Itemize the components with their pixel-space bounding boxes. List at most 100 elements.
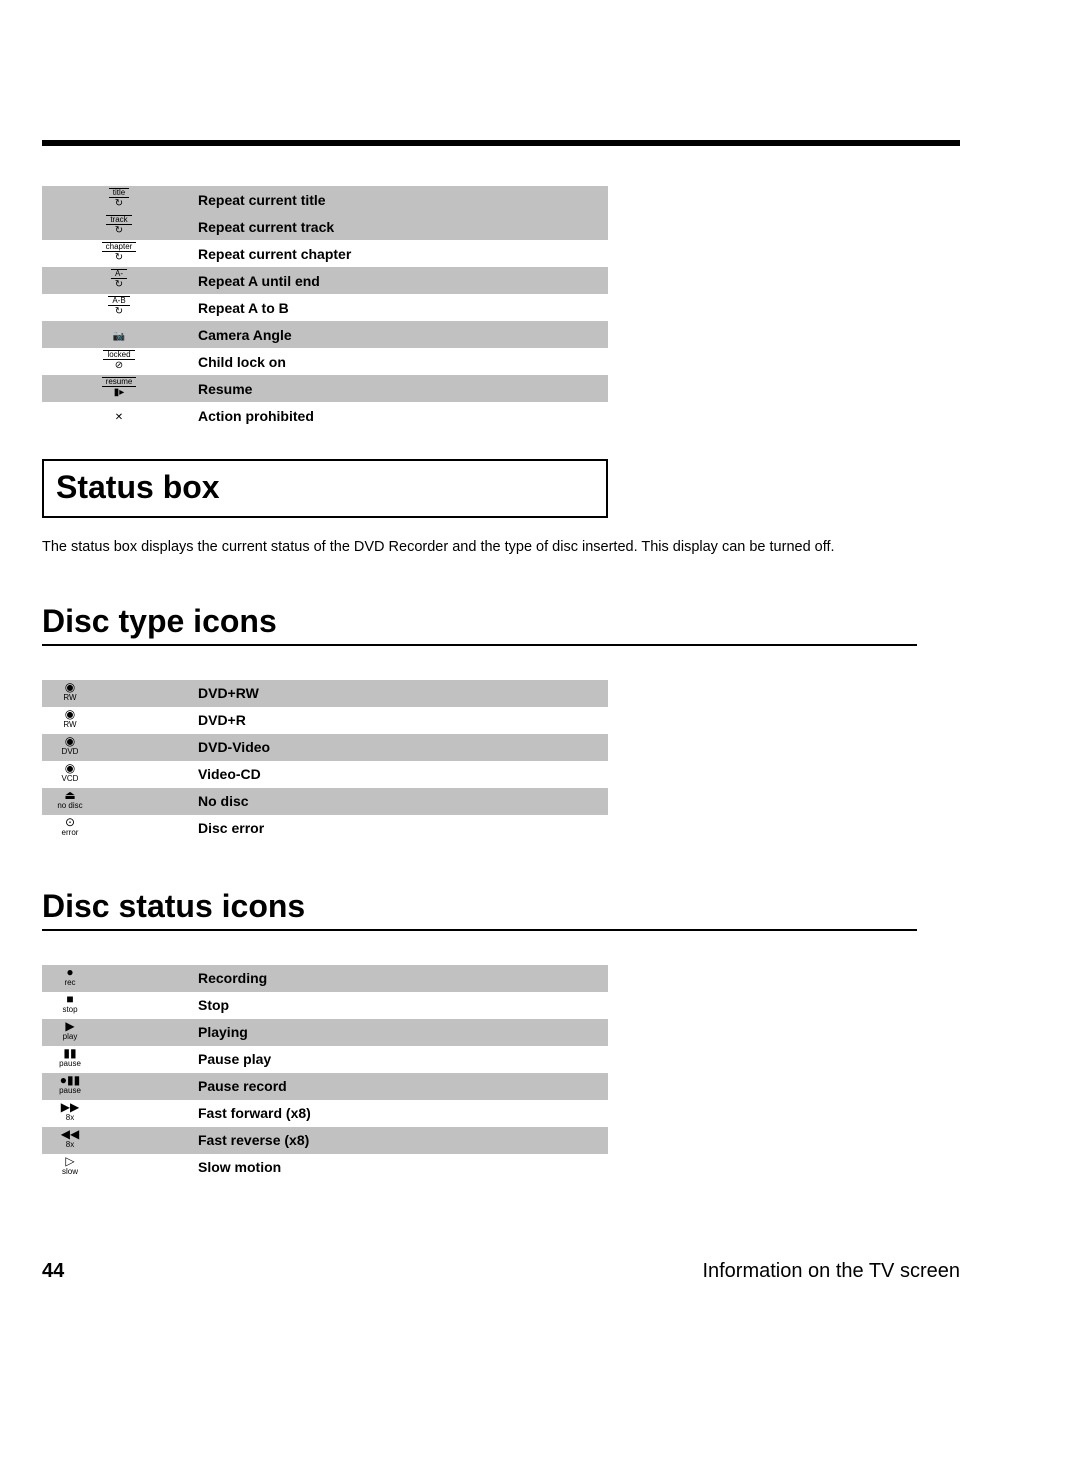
table-row: ▮▮pause Pause play bbox=[42, 1046, 608, 1073]
icon-cell: title↻ bbox=[42, 186, 196, 213]
icon-cell: track↻ bbox=[42, 213, 196, 240]
table-row: chapter↻ Repeat current chapter bbox=[42, 240, 608, 267]
status-icon: ✕ bbox=[89, 412, 149, 423]
status-icon: ⏏no disc bbox=[50, 789, 90, 810]
status-icon: track↻ bbox=[89, 215, 149, 236]
icon-cell: locked⊘ bbox=[42, 348, 196, 375]
table-row: ●▮▮pause Pause record bbox=[42, 1073, 608, 1100]
table-row: ⊙error Disc error bbox=[42, 815, 608, 842]
icon-cell: ◉VCD bbox=[42, 761, 196, 788]
icon-description: Repeat current chapter bbox=[196, 240, 608, 267]
icon-cell: ▶▶8x bbox=[42, 1100, 196, 1127]
page: title↻Repeat current titletrack↻ Repeat c… bbox=[0, 0, 1080, 1181]
table-row: ◀◀8x Fast reverse (x8) bbox=[42, 1127, 608, 1154]
status-icon: ⊙error bbox=[50, 816, 90, 837]
icon-meaning-table: title↻Repeat current titletrack↻ Repeat c… bbox=[42, 186, 608, 429]
icon-description: Pause play bbox=[196, 1046, 608, 1073]
icon-cell: ●rec bbox=[42, 965, 196, 992]
status-icon: ◉RW bbox=[50, 708, 90, 729]
status-icon: ●rec bbox=[50, 966, 90, 987]
icon-description: Recording bbox=[196, 965, 608, 992]
icon-description: DVD-Video bbox=[196, 734, 608, 761]
status-icon: locked⊘ bbox=[89, 350, 149, 371]
table-row: ◉DVD DVD-Video bbox=[42, 734, 608, 761]
icon-description: Repeat A until end bbox=[196, 267, 608, 294]
status-icon: ◀◀8x bbox=[50, 1128, 90, 1149]
icon-cell: ◀◀8x bbox=[42, 1127, 196, 1154]
table-row: locked⊘ Child lock on bbox=[42, 348, 608, 375]
status-box-heading: Status box bbox=[56, 469, 594, 506]
status-box-frame: Status box bbox=[42, 459, 608, 518]
icon-cell: ◉RW bbox=[42, 680, 196, 707]
icon-description: Slow motion bbox=[196, 1154, 608, 1181]
icon-cell: ▮▮pause bbox=[42, 1046, 196, 1073]
table-row: title↻Repeat current title bbox=[42, 186, 608, 213]
icon-cell: A-↻ bbox=[42, 267, 196, 294]
table-row: ⏏no disc No disc bbox=[42, 788, 608, 815]
icon-cell: ▶play bbox=[42, 1019, 196, 1046]
icon-meaning-tbody: title↻Repeat current titletrack↻ Repeat c… bbox=[42, 186, 608, 429]
icon-description: Fast reverse (x8) bbox=[196, 1127, 608, 1154]
icon-cell: 📷 bbox=[42, 321, 196, 348]
table-row: ◉RWDVD+RW bbox=[42, 680, 608, 707]
disc-type-heading: Disc type icons bbox=[42, 603, 917, 646]
icon-description: Repeat A to B bbox=[196, 294, 608, 321]
icon-description: Stop bbox=[196, 992, 608, 1019]
icon-description: Child lock on bbox=[196, 348, 608, 375]
status-icon: ▶play bbox=[50, 1020, 90, 1041]
status-box-paragraph: The status box displays the current stat… bbox=[42, 538, 917, 557]
table-row: A-B↻ Repeat A to B bbox=[42, 294, 608, 321]
icon-description: Pause record bbox=[196, 1073, 608, 1100]
table-row: A-↻ Repeat A until end bbox=[42, 267, 608, 294]
icon-cell: ◉DVD bbox=[42, 734, 196, 761]
table-row: ●rec Recording bbox=[42, 965, 608, 992]
status-icon: title↻ bbox=[89, 188, 149, 209]
table-row: ✕Action prohibited bbox=[42, 402, 608, 429]
icon-description: Disc error bbox=[196, 815, 608, 842]
icon-cell: ▷slow bbox=[42, 1154, 196, 1181]
status-icon: ◉VCD bbox=[50, 762, 90, 783]
icon-cell: resume▮▸ bbox=[42, 375, 196, 402]
page-number: 44 bbox=[42, 1260, 64, 1283]
icon-description: DVD+R bbox=[196, 707, 608, 734]
icon-description: No disc bbox=[196, 788, 608, 815]
top-rule bbox=[42, 140, 960, 146]
table-row: ▶▶8x Fast forward (x8) bbox=[42, 1100, 608, 1127]
icon-cell: ✕ bbox=[42, 402, 196, 429]
status-icon: A-↻ bbox=[89, 269, 149, 290]
icon-description: Resume bbox=[196, 375, 608, 402]
table-row: 📷 Camera Angle bbox=[42, 321, 608, 348]
icon-cell: ⊙error bbox=[42, 815, 196, 842]
footer-text: Information on the TV screen bbox=[702, 1260, 960, 1283]
icon-description: Fast forward (x8) bbox=[196, 1100, 608, 1127]
table-row: ▶play Playing bbox=[42, 1019, 608, 1046]
icon-cell: ⏏no disc bbox=[42, 788, 196, 815]
disc-status-table: ●recRecording■stopStop▶playPlaying▮▮paus… bbox=[42, 965, 608, 1181]
status-icon: A-B↻ bbox=[89, 296, 149, 317]
icon-cell: chapter↻ bbox=[42, 240, 196, 267]
status-icon: ●▮▮pause bbox=[50, 1074, 90, 1095]
disc-type-table: ◉RWDVD+RW◉RW DVD+R ◉DVD DVD-Video ◉VCD Video-… bbox=[42, 680, 608, 842]
status-icon: ■stop bbox=[50, 993, 90, 1014]
status-icon: ◉RW bbox=[50, 681, 90, 702]
status-icon: ▮▮pause bbox=[50, 1047, 90, 1068]
table-row: ▷slow Slow motion bbox=[42, 1154, 608, 1181]
status-icon: resume▮▸ bbox=[89, 377, 149, 398]
footer: 44 Information on the TV screen bbox=[42, 1260, 960, 1283]
icon-cell: ◉RW bbox=[42, 707, 196, 734]
status-icon: ◉DVD bbox=[50, 735, 90, 756]
status-icon: ▷slow bbox=[50, 1155, 90, 1176]
status-icon: chapter↻ bbox=[89, 242, 149, 263]
status-icon: ▶▶8x bbox=[50, 1101, 90, 1122]
icon-description: Repeat current track bbox=[196, 213, 608, 240]
icon-description: Playing bbox=[196, 1019, 608, 1046]
icon-description: Video-CD bbox=[196, 761, 608, 788]
table-row: ■stop Stop bbox=[42, 992, 608, 1019]
icon-description: Camera Angle bbox=[196, 321, 608, 348]
table-row: ◉VCD Video-CD bbox=[42, 761, 608, 788]
disc-status-heading: Disc status icons bbox=[42, 888, 917, 931]
icon-cell: ■stop bbox=[42, 992, 196, 1019]
disc-status-tbody: ●recRecording■stopStop▶playPlaying▮▮paus… bbox=[42, 965, 608, 1181]
table-row: track↻ Repeat current track bbox=[42, 213, 608, 240]
status-icon: 📷 bbox=[89, 331, 149, 342]
